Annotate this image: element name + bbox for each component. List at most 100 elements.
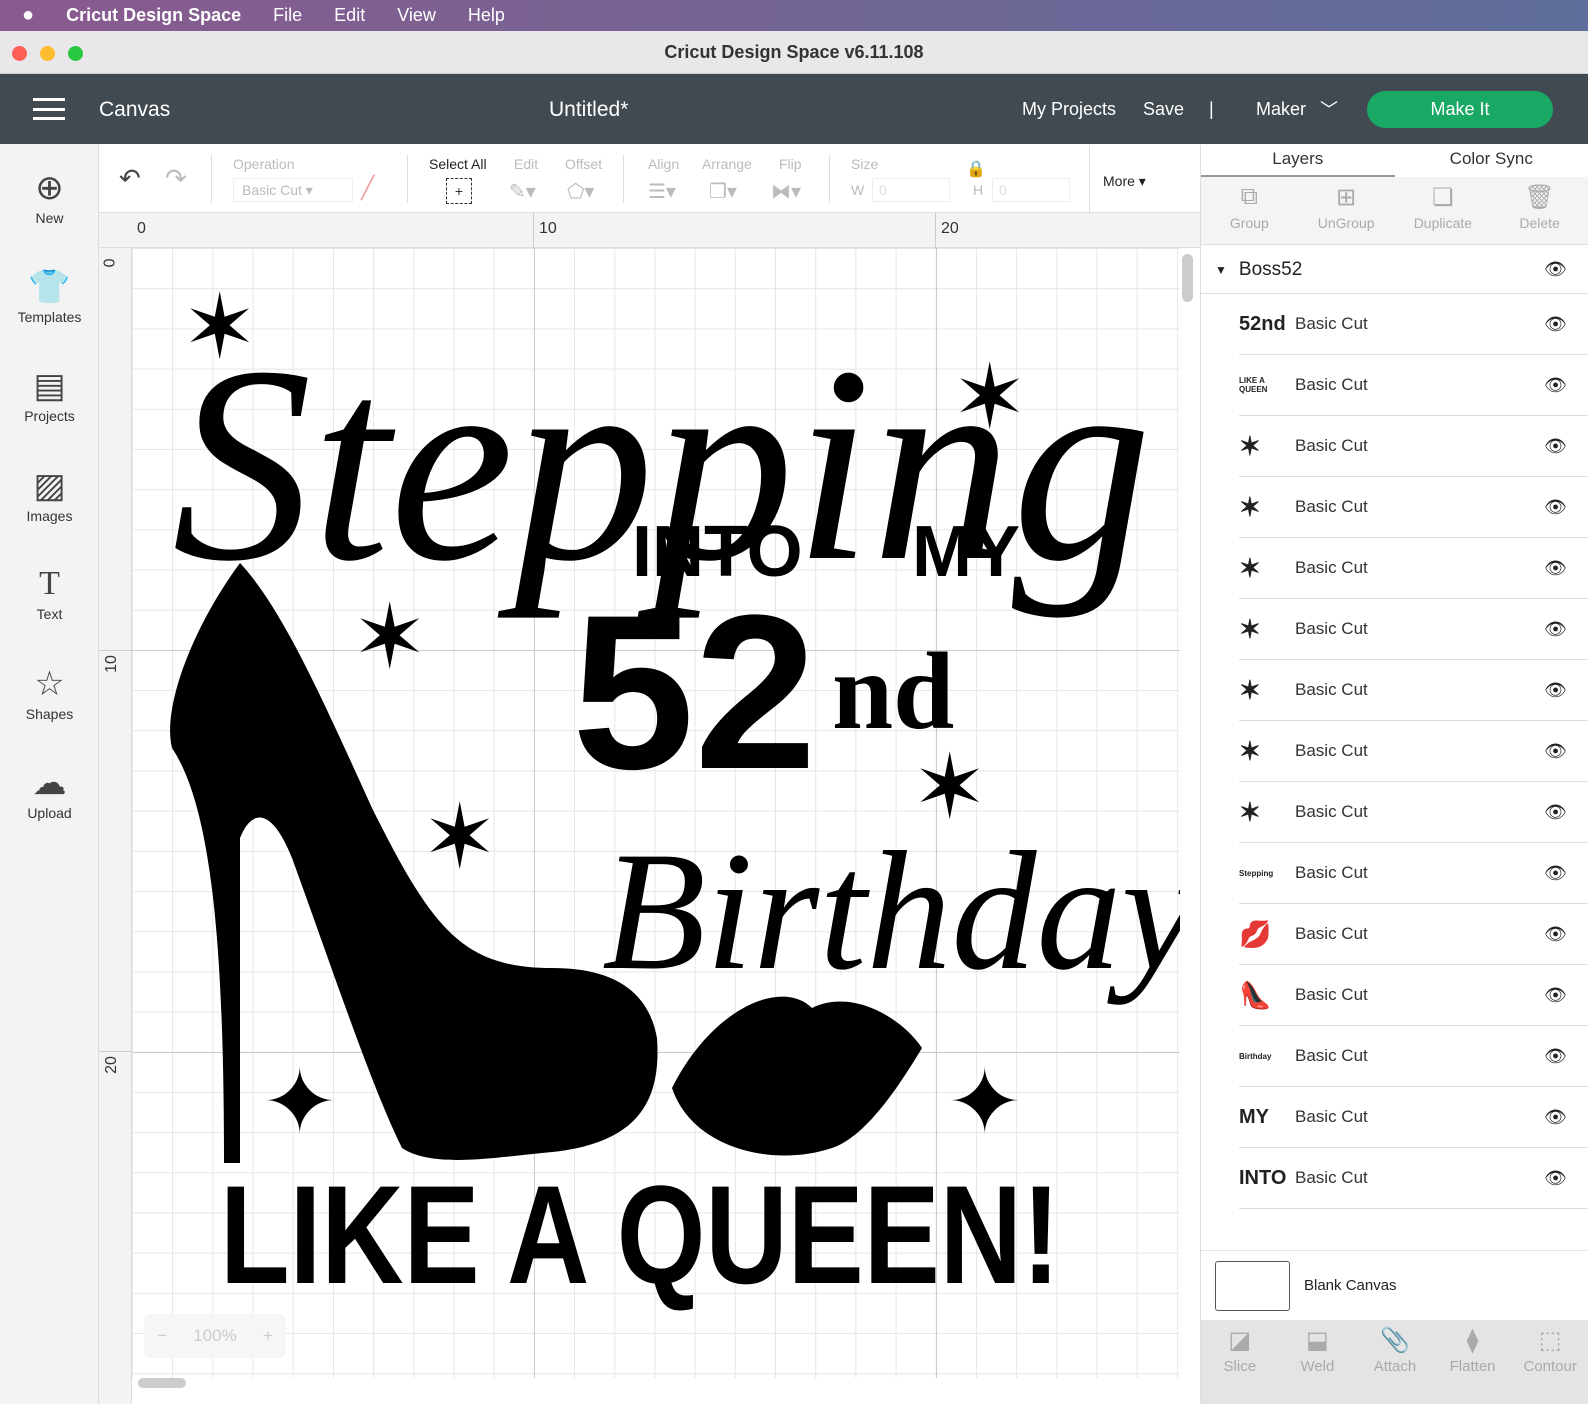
sidebar-item-upload[interactable]: ☁Upload	[0, 761, 99, 821]
machine-select[interactable]: Maker	[1256, 99, 1306, 120]
more-button[interactable]: More ▾	[1103, 173, 1146, 190]
eye-icon[interactable]: 👁	[1544, 741, 1567, 762]
eye-icon[interactable]: 👁	[1544, 619, 1567, 640]
eye-icon[interactable]: 👁	[1544, 1046, 1567, 1067]
edit-button[interactable]: Edit	[514, 156, 538, 172]
layer-row[interactable]: LIKE A QUEENBasic Cut👁	[1239, 355, 1588, 416]
my-projects-link[interactable]: My Projects	[1022, 99, 1116, 120]
eye-icon[interactable]: 👁	[1544, 558, 1567, 579]
flip-icon[interactable]: ⧓▾	[771, 179, 801, 204]
eye-icon[interactable]: 👁	[1544, 314, 1567, 335]
tab-layers[interactable]: Layers	[1201, 145, 1395, 177]
zoom-out-button[interactable]: −	[157, 1326, 167, 1346]
eye-icon[interactable]: 👁	[1544, 1168, 1567, 1189]
sidebar-item-shapes[interactable]: ☆Shapes	[0, 662, 99, 722]
delete-button[interactable]: 🗑Delete	[1491, 177, 1588, 244]
edit-icon[interactable]: ✎▾	[509, 179, 536, 204]
layer-row[interactable]: 👠Basic Cut👁	[1239, 965, 1588, 1026]
sidebar-item-templates[interactable]: 👕Templates	[0, 265, 99, 325]
document-title[interactable]: Untitled*	[549, 98, 628, 122]
select-all-icon[interactable]: +	[446, 178, 472, 204]
ungroup-button[interactable]: ⊞UnGroup	[1298, 177, 1395, 244]
blank-canvas-row[interactable]: Blank Canvas	[1201, 1250, 1588, 1320]
layer-row[interactable]: ✶Basic Cut👁	[1239, 782, 1588, 843]
height-input[interactable]: 0	[992, 178, 1070, 202]
layer-row[interactable]: 💋Basic Cut👁	[1239, 904, 1588, 965]
eye-icon[interactable]: 👁	[1544, 802, 1567, 823]
redo-icon[interactable]: ↷	[165, 163, 187, 194]
layer-row[interactable]: ✶Basic Cut👁	[1239, 477, 1588, 538]
design-canvas[interactable]: Stepping INTO MY 52 nd Birthday LIKE A Q…	[132, 248, 1180, 1378]
layer-row[interactable]: ✶Basic Cut👁	[1239, 599, 1588, 660]
layer-row[interactable]: ✶Basic Cut👁	[1239, 416, 1588, 477]
art-text-suffix[interactable]: nd	[832, 630, 954, 752]
minimize-window-button[interactable]	[40, 46, 55, 61]
maximize-window-button[interactable]	[68, 46, 83, 61]
flatten-button[interactable]: ⧫Flatten	[1434, 1320, 1512, 1404]
artwork[interactable]: Stepping INTO MY 52 nd Birthday LIKE A Q…	[132, 248, 1180, 1378]
attach-button[interactable]: 📎Attach	[1356, 1320, 1434, 1404]
eye-icon[interactable]: 👁	[1544, 375, 1567, 396]
arrange-icon[interactable]: ❐▾	[709, 179, 737, 204]
color-swatch-icon[interactable]: ╱	[361, 175, 374, 201]
eye-icon[interactable]: 👁	[1544, 985, 1567, 1006]
offset-icon[interactable]: ⬠▾	[567, 179, 594, 204]
align-button[interactable]: Align	[648, 156, 679, 172]
eye-icon[interactable]: 👁	[1544, 863, 1567, 884]
arrange-button[interactable]: Arrange	[702, 156, 752, 172]
select-all-button[interactable]: Select All	[429, 156, 487, 172]
layer-row[interactable]: ✶Basic Cut👁	[1239, 538, 1588, 599]
group-button[interactable]: ⧉Group	[1201, 177, 1298, 244]
eye-icon[interactable]: 👁	[1544, 1107, 1567, 1128]
art-text-my[interactable]: MY	[912, 512, 1020, 592]
layer-group-boss52[interactable]: ▼ Boss52 👁	[1201, 246, 1588, 294]
vertical-scrollbar[interactable]	[1182, 254, 1193, 302]
lock-icon[interactable]: 🔒	[966, 159, 986, 179]
apple-icon[interactable]: ●	[22, 4, 34, 27]
make-it-button[interactable]: Make It	[1367, 91, 1553, 128]
sidebar-item-images[interactable]: ▨Images	[0, 464, 99, 524]
canvas-swatch[interactable]	[1215, 1261, 1290, 1311]
undo-icon[interactable]: ↶	[119, 163, 141, 194]
menu-file[interactable]: File	[273, 5, 302, 26]
layer-row[interactable]: MYBasic Cut👁	[1239, 1087, 1588, 1148]
layer-row[interactable]: ✶Basic Cut👁	[1239, 660, 1588, 721]
flip-button[interactable]: Flip	[779, 156, 802, 172]
sidebar-item-text[interactable]: TText	[0, 562, 99, 622]
sidebar-item-new[interactable]: ⊕New	[0, 166, 99, 226]
hamburger-menu-icon[interactable]	[33, 98, 65, 120]
menu-view[interactable]: View	[397, 5, 436, 26]
art-text-birthday[interactable]: Birthday	[602, 817, 1180, 1005]
offset-button[interactable]: Offset	[565, 156, 602, 172]
eye-icon[interactable]: 👁	[1544, 497, 1567, 518]
eye-icon[interactable]: 👁	[1544, 259, 1567, 280]
eye-icon[interactable]: 👁	[1544, 436, 1567, 457]
duplicate-button[interactable]: ❏Duplicate	[1395, 177, 1492, 244]
menu-help[interactable]: Help	[468, 5, 505, 26]
contour-button[interactable]: ⬚Contour	[1511, 1320, 1588, 1404]
layer-row[interactable]: 52ndBasic Cut👁	[1239, 294, 1588, 355]
layer-row[interactable]: ✶Basic Cut👁	[1239, 721, 1588, 782]
art-text-queen[interactable]: LIKE A QUEEN!	[220, 1156, 1060, 1313]
weld-button[interactable]: ⬓Weld	[1279, 1320, 1357, 1404]
zoom-in-button[interactable]: +	[263, 1326, 273, 1346]
layer-row[interactable]: BirthdayBasic Cut👁	[1239, 1026, 1588, 1087]
operation-select[interactable]: Basic Cut ▾	[233, 178, 353, 202]
slice-button[interactable]: ◪Slice	[1201, 1320, 1279, 1404]
eye-icon[interactable]: 👁	[1544, 924, 1567, 945]
chevron-down-icon[interactable]: ﹀	[1320, 96, 1338, 122]
caret-down-icon[interactable]: ▼	[1215, 263, 1227, 277]
menu-edit[interactable]: Edit	[334, 5, 365, 26]
menu-app[interactable]: Cricut Design Space	[66, 5, 241, 26]
align-icon[interactable]: ☰▾	[648, 179, 676, 204]
eye-icon[interactable]: 👁	[1544, 680, 1567, 701]
sidebar-item-projects[interactable]: ▤Projects	[0, 364, 99, 424]
art-text-number[interactable]: 52	[572, 569, 817, 815]
tab-color-sync[interactable]: Color Sync	[1395, 145, 1588, 177]
layer-row[interactable]: SteppingBasic Cut👁	[1239, 843, 1588, 904]
width-input[interactable]: 0	[872, 178, 950, 202]
layer-row[interactable]: INTOBasic Cut👁	[1239, 1148, 1588, 1209]
horizontal-scrollbar[interactable]	[138, 1378, 186, 1388]
save-button[interactable]: Save	[1143, 99, 1184, 120]
close-window-button[interactable]	[12, 46, 27, 61]
